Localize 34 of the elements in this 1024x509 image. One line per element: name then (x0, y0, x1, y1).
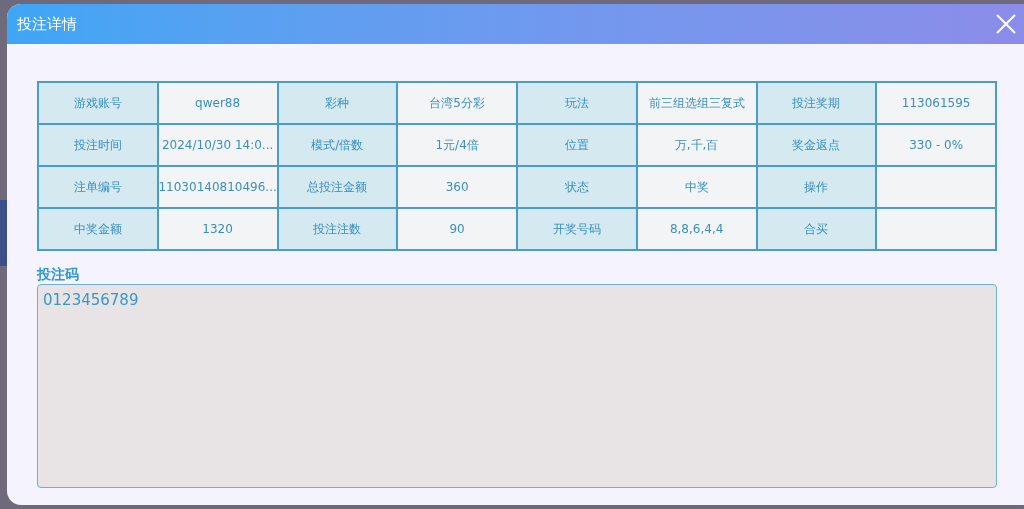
label-cell: 合买 (756, 208, 877, 250)
label-cell: 游戏账号 (38, 82, 158, 124)
value-cell: 台湾5分彩 (397, 82, 517, 124)
dialog-title: 投注详情 (17, 13, 77, 35)
label-cell: 开奖号码 (517, 208, 637, 250)
value-cell: qwer88 (157, 82, 278, 124)
value-cell: 1元/4倍 (397, 124, 517, 166)
value-cell: 1320 (157, 208, 278, 250)
label-cell: 注单编号 (38, 166, 158, 208)
value-cell: 330 - 0% (876, 124, 996, 166)
label-cell: 中奖金额 (38, 208, 158, 250)
value-cell: 11030140810496... (157, 166, 278, 208)
bet-code-field[interactable]: 0123456789 (37, 284, 997, 488)
label-cell: 位置 (517, 124, 637, 166)
label-cell: 总投注金额 (277, 166, 398, 208)
label-cell: 奖金返点 (756, 124, 877, 166)
label-cell: 投注时间 (38, 124, 158, 166)
label-cell: 彩种 (277, 82, 398, 124)
close-icon[interactable] (995, 13, 1017, 35)
value-cell: 中奖 (636, 166, 757, 208)
value-cell: 90 (397, 208, 517, 250)
label-cell: 操作 (756, 166, 877, 208)
label-cell: 投注注数 (277, 208, 398, 250)
value-cell: 前三组选组三复式 (636, 82, 757, 124)
value-cell: 2024/10/30 14:0... (157, 124, 278, 166)
label-cell: 投注奖期 (756, 82, 877, 124)
value-cell: 113061595 (876, 82, 996, 124)
value-cell: 8,8,6,4,4 (636, 208, 757, 250)
label-cell: 玩法 (517, 82, 637, 124)
value-cell: 360 (397, 166, 517, 208)
label-cell: 模式/倍数 (277, 124, 398, 166)
value-cell: 万,千,百 (636, 124, 757, 166)
label-cell: 状态 (517, 166, 637, 208)
bet-code-label: 投注码 (37, 265, 80, 283)
